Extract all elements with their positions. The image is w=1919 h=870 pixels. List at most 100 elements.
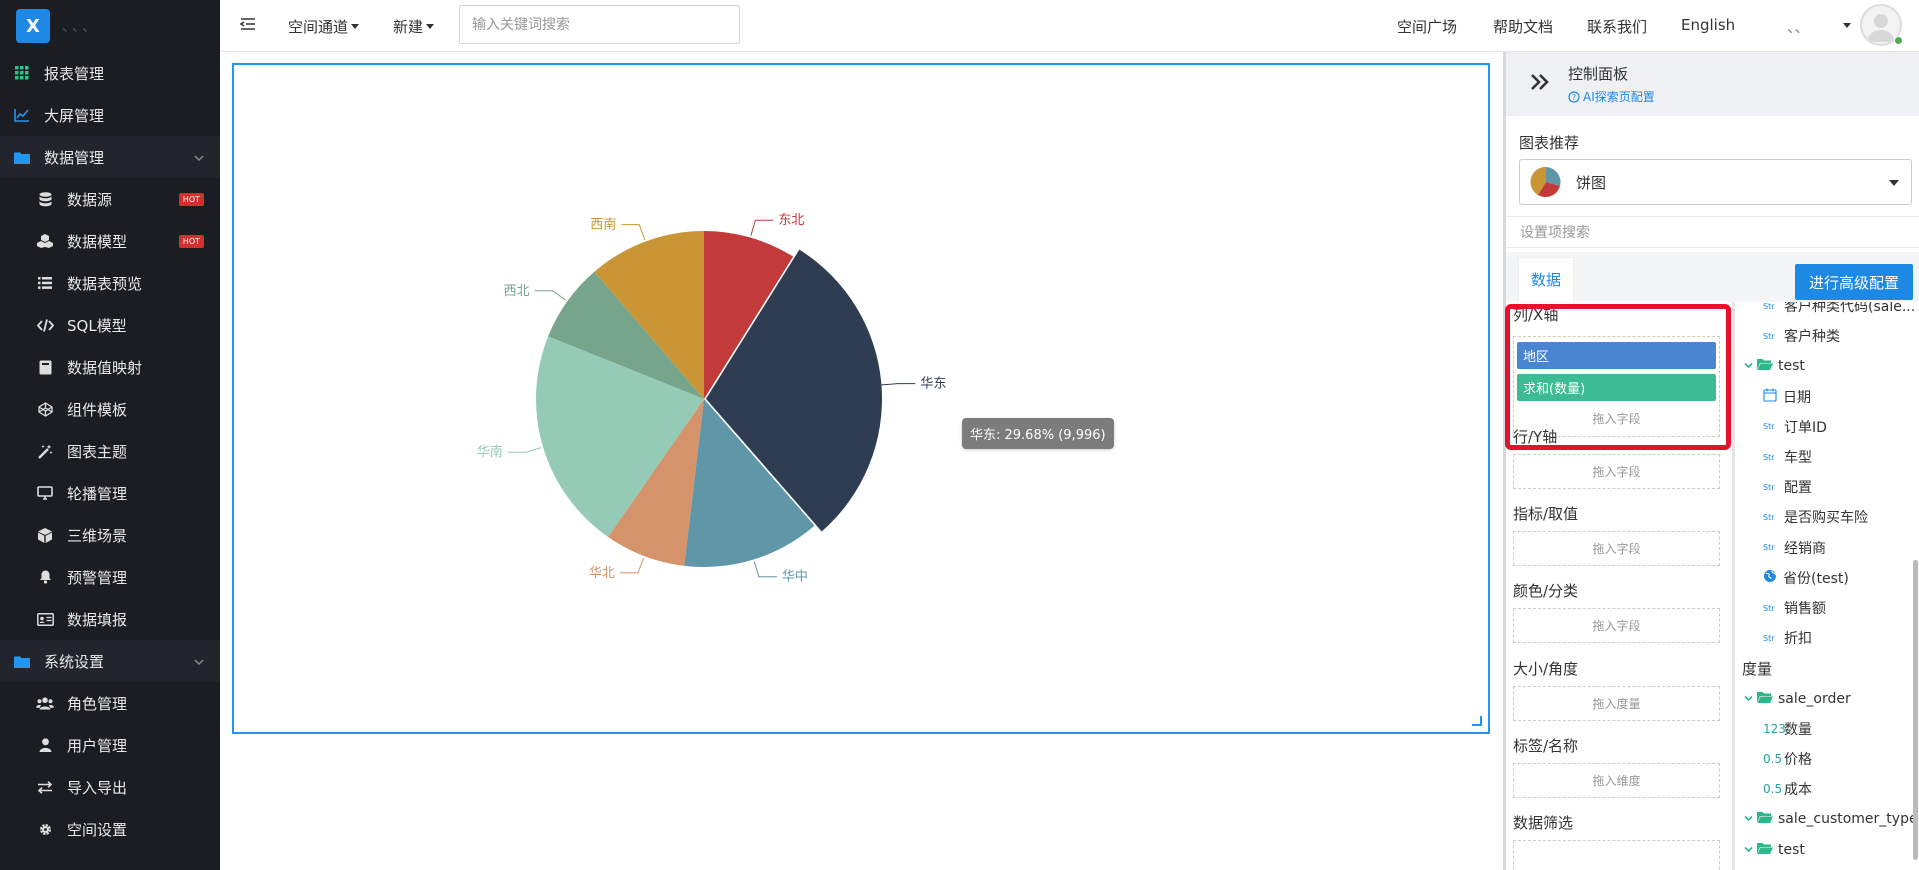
sidebar: X 、、、 报表管理 大屏管理数据管理数据源 HOT 数据模型 HOT 数据表预览 SQL模…	[0, 0, 220, 870]
field-item[interactable]: Str 是否购买车险	[1763, 506, 1868, 528]
str-type-icon: Str	[1763, 512, 1775, 522]
sidebar-item[interactable]: 空间设置	[0, 808, 220, 850]
dim-dropzone[interactable]	[1513, 840, 1720, 870]
tab-data[interactable]: 数据	[1518, 257, 1574, 301]
sidebar-item[interactable]: 图表主题	[0, 430, 220, 472]
sidebar-item[interactable]: 数据填报	[0, 598, 220, 640]
sidebar-item[interactable]: 预警管理	[0, 556, 220, 598]
resize-handle[interactable]	[1472, 716, 1482, 726]
user-caret-icon[interactable]	[1843, 23, 1851, 28]
field-item[interactable]: 123 数量	[1763, 718, 1812, 740]
field-pill[interactable]: 求和(数量)	[1517, 374, 1716, 401]
list-icon	[36, 274, 54, 292]
sidebar-item-label: 数据模型	[67, 232, 128, 251]
chevron-down-icon[interactable]	[1744, 691, 1753, 707]
field-item[interactable]: test	[1744, 355, 1805, 377]
sidebar-item[interactable]: 数据源 HOT	[0, 178, 220, 220]
chevron-down-icon[interactable]	[1744, 811, 1753, 827]
dim-dropzone[interactable]: 拖入度量	[1513, 686, 1720, 721]
link-space-square[interactable]: 空间广场	[1397, 16, 1457, 37]
folder-open-icon	[1757, 842, 1773, 858]
dim-label: 数据筛选	[1513, 814, 1574, 832]
space-channel-dropdown[interactable]: 空间通道	[288, 16, 360, 37]
dim-label: 标签/名称	[1513, 737, 1579, 755]
sidebar-item-label: 导入导出	[67, 778, 128, 797]
folder-open-icon	[1757, 691, 1773, 707]
field-item[interactable]: Str 销售额	[1763, 597, 1826, 619]
folder-open-icon	[1757, 358, 1773, 374]
sidebar-item[interactable]: 数据模型 HOT	[0, 220, 220, 262]
sidebar-item-label: 数据源	[67, 190, 113, 209]
sidebar-item-label: 系统设置	[44, 652, 105, 671]
field-item[interactable]: Str 经销商	[1763, 537, 1826, 559]
sidebar-item-label: 数据管理	[44, 148, 105, 167]
field-item[interactable]: sale_customer_type	[1744, 808, 1918, 830]
sidebar-item[interactable]: 系统设置	[0, 640, 220, 682]
scrollbar[interactable]	[1913, 560, 1918, 860]
sidebar-item[interactable]: SQL模型	[0, 304, 220, 346]
logo-icon: X	[16, 9, 50, 43]
ai-config-label: AI探索页配置	[1583, 90, 1655, 104]
field-item[interactable]: 省份(test)	[1763, 567, 1849, 589]
dim-dropzone[interactable]: 拖入字段	[1513, 608, 1720, 643]
sidebar-item[interactable]: 用户管理	[0, 724, 220, 766]
slice-label: 华中	[782, 570, 808, 585]
sidebar-item[interactable]: 轮播管理	[0, 472, 220, 514]
field-item[interactable]: 日期	[1763, 386, 1811, 408]
field-item[interactable]: 0.5 成本	[1763, 778, 1812, 800]
dim-label: 列/X轴	[1513, 306, 1559, 324]
field-item[interactable]: Str 客户种类代码(sale...	[1763, 302, 1915, 317]
sidebar-item[interactable]: 数据表预览	[0, 262, 220, 304]
field-item[interactable]: Str 订单ID	[1763, 416, 1827, 438]
sidebar-item[interactable]: 数据管理	[0, 136, 220, 178]
logo[interactable]: X 、、、	[0, 0, 220, 52]
sidebar-item[interactable]: 报表管理	[0, 52, 220, 94]
str-type-icon: Str	[1763, 422, 1775, 432]
link-contact-us[interactable]: 联系我们	[1587, 16, 1647, 37]
pie-chart[interactable]: 东北华东华中 华北 华南 西北 西南	[234, 65, 1488, 732]
sidebar-item-label: 组件模板	[67, 400, 128, 419]
desktop-icon	[36, 484, 54, 502]
new-dropdown[interactable]: 新建	[393, 16, 435, 37]
sidebar-item[interactable]: 角色管理	[0, 682, 220, 724]
question-circle-icon: ?	[1568, 90, 1580, 103]
dim-dropzone[interactable]: 拖入维度	[1513, 763, 1720, 798]
dim-dropzone[interactable]: 拖入字段	[1513, 454, 1720, 489]
ai-config-link[interactable]: ? AI探索页配置	[1568, 88, 1655, 105]
dim-label: 行/Y轴	[1513, 428, 1558, 446]
advanced-config-button[interactable]: 进行高级配置	[1795, 264, 1913, 300]
slice-label: 华东	[920, 377, 946, 392]
field-item[interactable]: test	[1744, 839, 1805, 861]
field-pill[interactable]: 地区	[1517, 342, 1716, 369]
field-item[interactable]: Str 配置	[1763, 476, 1812, 498]
search-input[interactable]	[459, 5, 740, 44]
chart-canvas[interactable]: 东北 华东 华中 华北 华南 西北 西南 华东: 29.68% (9,996)	[232, 63, 1490, 734]
field-item[interactable]: Str 折扣	[1763, 627, 1812, 649]
sidebar-item[interactable]: 三维场景	[0, 514, 220, 556]
field-item[interactable]: sale_order	[1744, 688, 1851, 710]
field-item[interactable]: Str 客户种类	[1763, 325, 1840, 347]
sidebar-item[interactable]: 数据值映射	[0, 346, 220, 388]
sidebar-item[interactable]: 导入导出	[0, 766, 220, 808]
panel-title: 控制面板	[1568, 65, 1629, 83]
grid-icon	[13, 64, 31, 82]
label-line	[619, 557, 645, 574]
chevron-down-icon	[194, 149, 204, 167]
user-menu[interactable]: 、、	[1787, 16, 1810, 37]
link-help-docs[interactable]: 帮助文档	[1493, 16, 1553, 37]
chevron-down-icon[interactable]	[1744, 842, 1753, 858]
field-item[interactable]: Str 车型	[1763, 446, 1812, 468]
setting-search-input[interactable]: 设置项搜索	[1506, 216, 1919, 248]
sidebar-item[interactable]: 组件模板	[0, 388, 220, 430]
sidebar-item[interactable]: 大屏管理	[0, 94, 220, 136]
chart-type-select[interactable]: 饼图	[1519, 159, 1912, 205]
pie-chart-icon	[1530, 166, 1561, 198]
dim-dropzone[interactable]: 拖入字段	[1513, 531, 1720, 566]
field-item[interactable]: 0.5 价格	[1763, 748, 1812, 770]
double-chevron-right-icon[interactable]	[1528, 70, 1552, 98]
chevron-down-icon[interactable]	[1744, 358, 1753, 374]
field-label: test	[1778, 358, 1805, 375]
link-english[interactable]: English	[1681, 16, 1735, 34]
menu-toggle-icon[interactable]	[239, 16, 256, 36]
field-label: 日期	[1783, 389, 1811, 406]
